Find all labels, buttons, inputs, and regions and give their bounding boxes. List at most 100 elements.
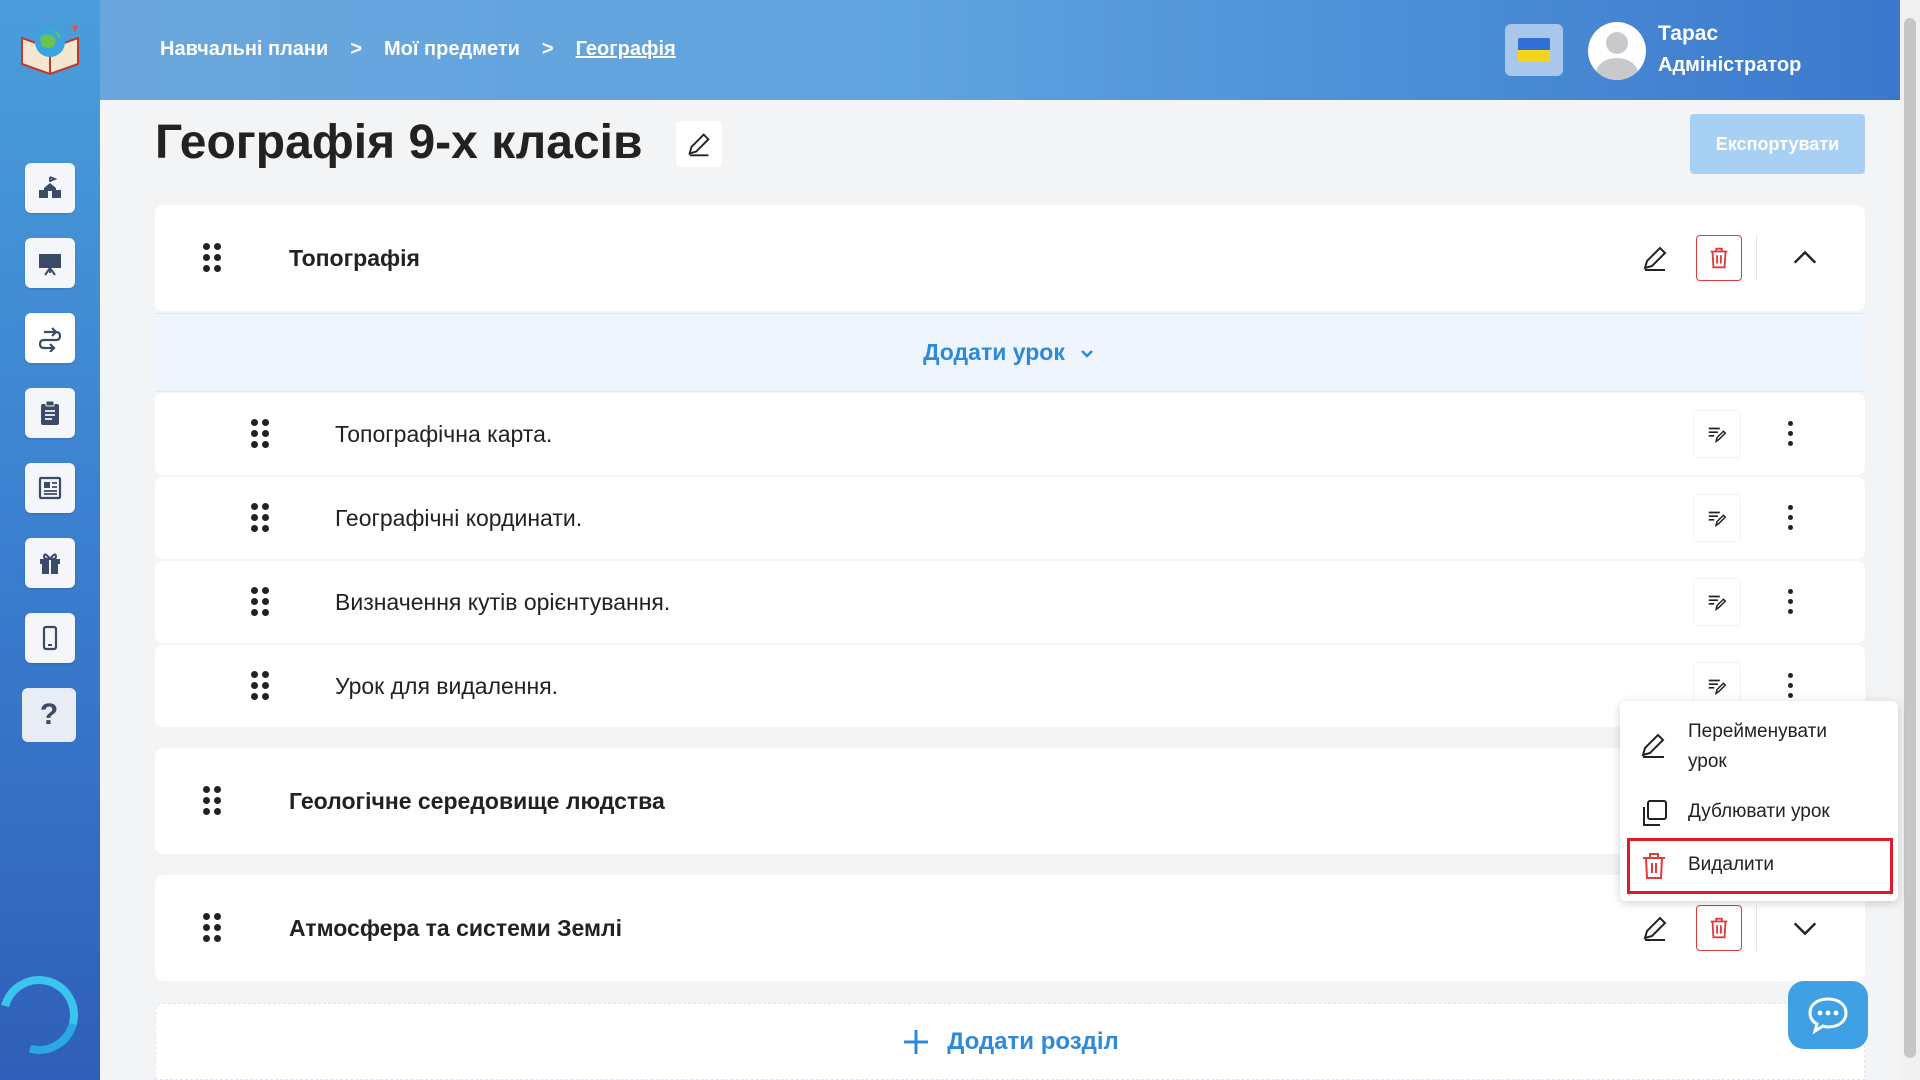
lesson-title[interactable]: Топографічна карта. (335, 421, 552, 448)
trash-icon (1710, 247, 1728, 269)
sidebar-item-mobile[interactable] (25, 613, 75, 663)
sidebar-item-tasks[interactable] (25, 388, 75, 438)
delete-highlight-frame (1627, 838, 1893, 894)
scrollbar-thumb[interactable] (1904, 18, 1916, 1058)
breadcrumb-separator: > (350, 38, 362, 60)
sidebar-item-school[interactable] (25, 163, 75, 213)
presentation-board-icon (39, 254, 61, 276)
drag-handle-icon[interactable] (251, 503, 271, 533)
sidebar: ? (0, 0, 100, 1080)
route-icon (38, 327, 62, 352)
breadcrumb-item-current[interactable]: Географія (576, 38, 676, 61)
menu-item-rename-label-line1: Перейменувати (1688, 721, 1827, 742)
expand-section-button[interactable] (1782, 905, 1828, 951)
plus-icon (904, 1029, 929, 1054)
more-options-icon[interactable] (1786, 587, 1796, 617)
user-name[interactable]: Тарас (1658, 22, 1718, 46)
add-section-label: Додати розділ (947, 1027, 1119, 1055)
collapse-section-button[interactable] (1782, 235, 1828, 281)
loading-spinner-icon (0, 961, 93, 1069)
edit-lesson-content-button[interactable] (1694, 579, 1740, 625)
chat-bubble-icon (1808, 997, 1848, 1035)
divider (1756, 905, 1757, 951)
drag-handle-icon[interactable] (251, 587, 271, 617)
edit-section-button[interactable] (1632, 235, 1678, 281)
question-mark-icon: ? (39, 698, 59, 731)
newspaper-icon (38, 476, 62, 500)
edit-notes-icon (1708, 427, 1727, 443)
drag-handle-icon[interactable] (203, 243, 223, 273)
copy-icon (1643, 800, 1667, 826)
sidebar-item-news[interactable] (25, 463, 75, 513)
drag-handle-icon[interactable] (203, 786, 223, 816)
section-title: Геологічне середовище людства (289, 788, 665, 814)
trash-icon (1710, 917, 1728, 939)
lesson-row: Географічні кординати. (155, 477, 1865, 559)
school-icon (39, 176, 61, 198)
chevron-down-icon (1080, 349, 1093, 358)
edit-section-button[interactable] (1632, 905, 1678, 951)
delete-section-button[interactable] (1696, 235, 1742, 281)
avatar[interactable] (1588, 22, 1646, 80)
edit-title-button[interactable] (676, 121, 722, 167)
gift-icon (40, 553, 60, 574)
pencil-icon (1641, 733, 1665, 758)
user-role: Адміністратор (1658, 54, 1802, 76)
drag-handle-icon[interactable] (251, 419, 271, 449)
edit-lesson-content-button[interactable] (1694, 411, 1740, 457)
chevron-up-icon (1793, 250, 1817, 264)
section-title: Топографія (289, 245, 420, 271)
add-lesson-button[interactable]: Додати урок (155, 313, 1865, 392)
divider (1756, 235, 1757, 281)
menu-item-duplicate-label: Дублювати урок (1688, 801, 1830, 822)
sidebar-item-presentation[interactable] (25, 238, 75, 288)
pencil-icon (1643, 246, 1667, 271)
menu-item-duplicate[interactable]: Дублювати урок (1620, 797, 1898, 833)
lesson-row: Визначення кутів орієнтування. (155, 561, 1865, 643)
drag-handle-icon[interactable] (203, 913, 223, 943)
page-scrollbar[interactable] (1900, 0, 1920, 1080)
edit-notes-icon (1708, 679, 1727, 695)
lesson-context-menu: Перейменувати урок Дублювати урок Видали… (1620, 701, 1898, 901)
lesson-title[interactable]: Визначення кутів орієнтування. (335, 589, 670, 616)
clipboard-icon (41, 400, 59, 425)
mobile-phone-icon (42, 625, 58, 651)
chat-button[interactable] (1788, 981, 1868, 1049)
page-title: Географія 9-х класів (155, 116, 643, 169)
lesson-title[interactable]: Географічні кординати. (335, 505, 582, 532)
sidebar-item-gifts[interactable] (25, 538, 75, 588)
breadcrumb: Навчальні плани > Мої предмети > Географ… (160, 38, 676, 61)
language-button[interactable] (1505, 24, 1563, 76)
delete-section-button[interactable] (1696, 905, 1742, 951)
more-options-icon[interactable] (1786, 503, 1796, 533)
edit-notes-icon (1708, 595, 1727, 611)
sidebar-item-curriculum[interactable] (25, 313, 75, 363)
section-card-geology: Геологічне середовище людства (155, 748, 1865, 854)
add-section-button[interactable]: Додати розділ (155, 1003, 1865, 1080)
chevron-down-icon (1793, 922, 1817, 936)
lesson-title[interactable]: Урок для видалення. (335, 673, 558, 700)
help-button[interactable]: ? (22, 688, 76, 742)
add-lesson-label: Додати урок (923, 339, 1065, 365)
export-button[interactable]: Експортувати (1690, 114, 1865, 174)
edit-lesson-content-button[interactable] (1694, 495, 1740, 541)
pencil-icon (1643, 916, 1667, 941)
lesson-row: Топографічна карта. (155, 393, 1865, 475)
menu-item-rename-label-line2: урок (1688, 751, 1727, 772)
edit-notes-icon (1708, 511, 1727, 527)
breadcrumb-item-subjects[interactable]: Мої предмети (384, 38, 520, 61)
breadcrumb-item-plans[interactable]: Навчальні плани (160, 38, 328, 61)
section-title: Атмосфера та системи Землі (289, 915, 623, 941)
lesson-row: Урок для видалення. (155, 645, 1865, 727)
pencil-icon (688, 133, 710, 157)
drag-handle-icon[interactable] (251, 671, 271, 701)
more-options-icon[interactable] (1786, 671, 1796, 701)
ukraine-flag-icon (1518, 38, 1550, 62)
section-card-atmosphere: Атмосфера та системи Землі (155, 875, 1865, 981)
section-card-topography: Топографія (155, 205, 1865, 311)
app-logo[interactable] (18, 20, 82, 82)
menu-item-rename[interactable]: Перейменувати урок (1620, 717, 1898, 777)
top-header: Навчальні плани > Мої предмети > Географ… (100, 0, 1920, 100)
breadcrumb-separator: > (541, 38, 554, 60)
more-options-icon[interactable] (1786, 419, 1796, 449)
